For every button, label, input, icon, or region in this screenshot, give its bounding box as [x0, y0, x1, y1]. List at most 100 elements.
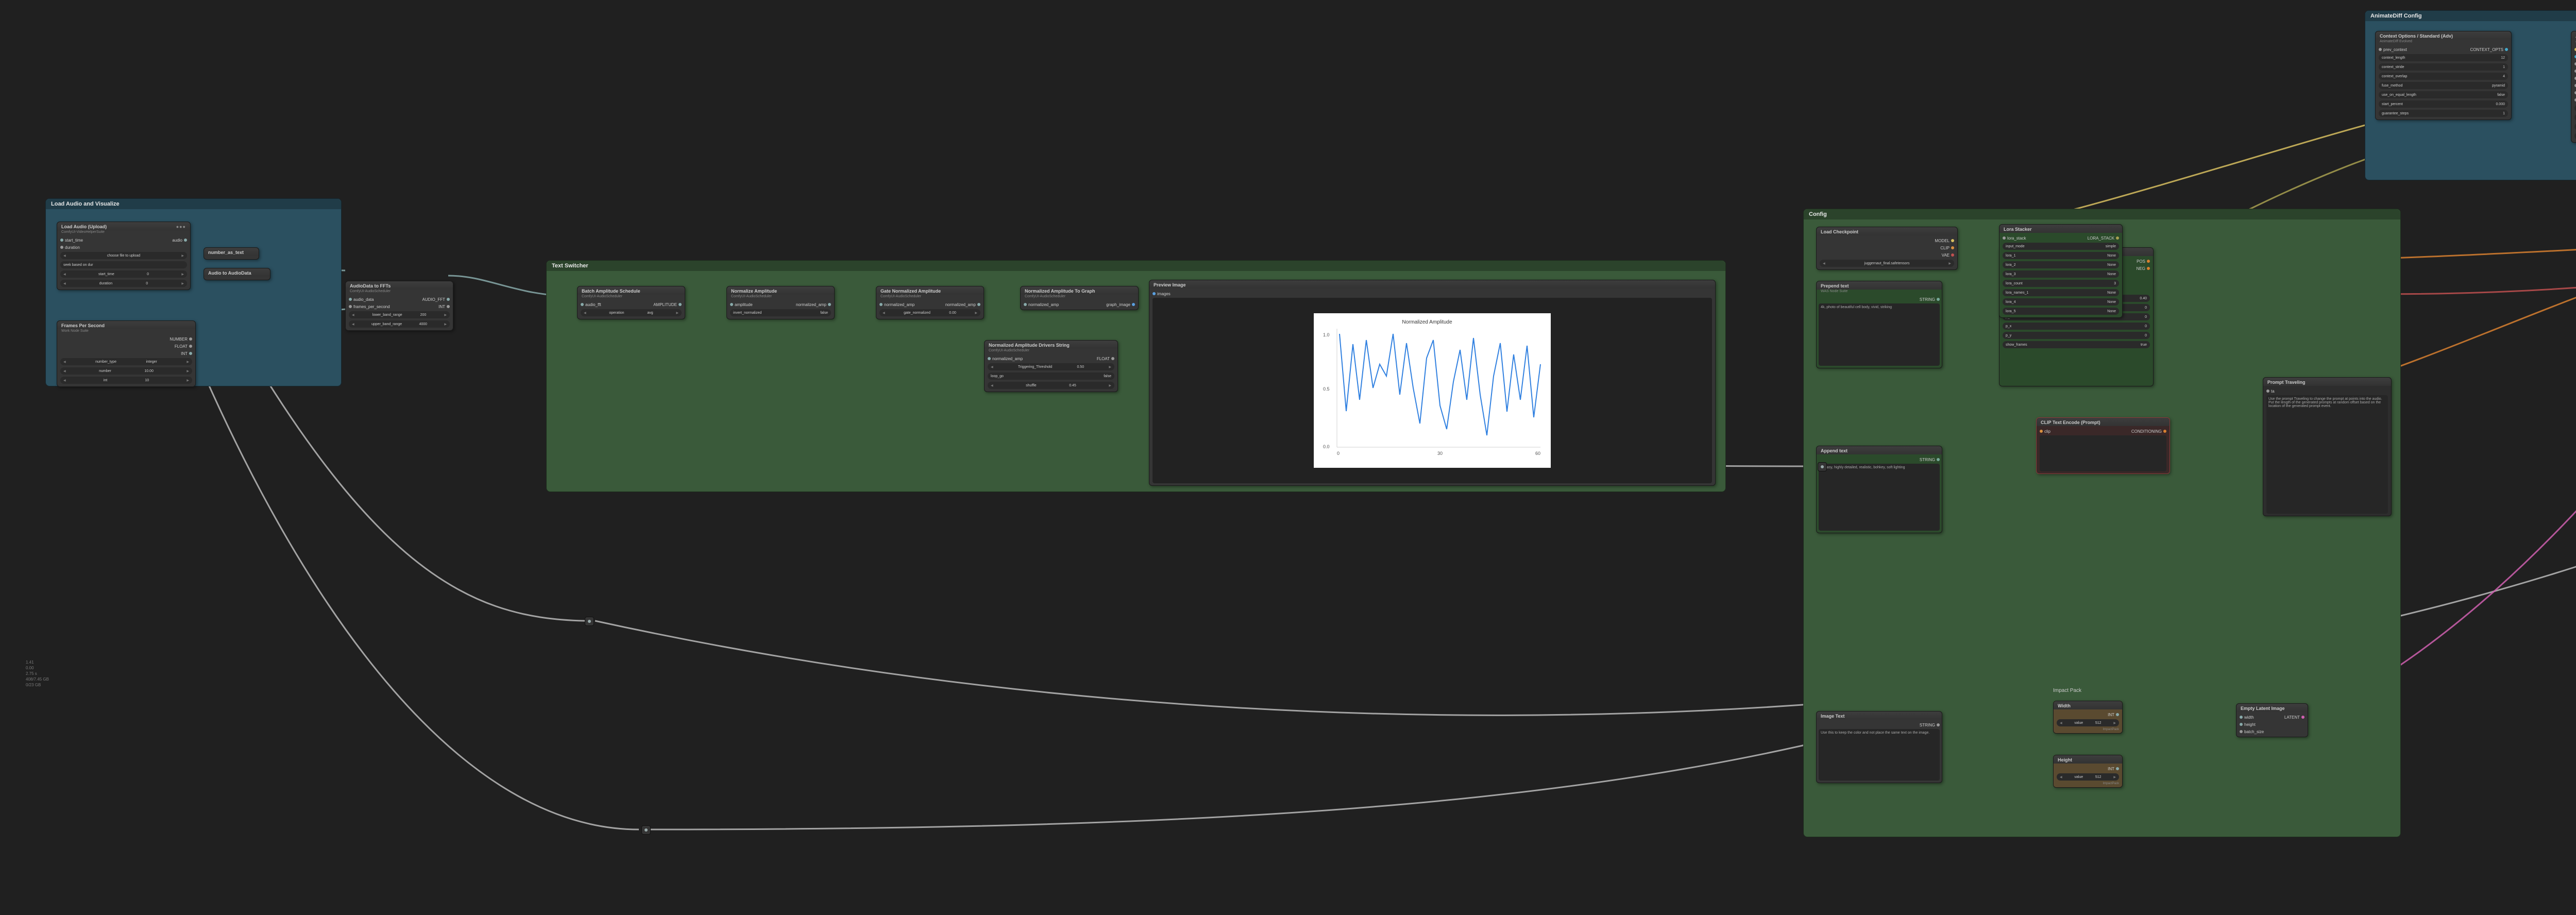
- node-context-opts[interactable]: Context Options / Standard (Adv) Animate…: [2375, 31, 2512, 120]
- widget-l1[interactable]: lora_1None: [2003, 252, 2119, 259]
- node-amp-graph[interactable]: Normalized Amplitude To Graph ComfyUI-Au…: [1020, 286, 1139, 310]
- widget-gate[interactable]: ◀gate_normalized0.00▶: [879, 309, 980, 316]
- widget-l5[interactable]: lora_4None: [2003, 298, 2119, 306]
- port-audio: audio: [172, 238, 182, 243]
- textarea-prepend[interactable]: 4k, photo of beautiful cell body, vivid,…: [1819, 303, 1940, 366]
- reroute-drivers[interactable]: [1818, 462, 1827, 471]
- group-title-config: Config: [1804, 209, 2400, 219]
- port-number: NUMBER: [170, 337, 188, 342]
- widget-height[interactable]: ◀value512▶: [2057, 773, 2119, 781]
- widget-l0[interactable]: input_modesimple: [2003, 243, 2119, 250]
- port-amp: AMPLITUDE: [653, 302, 677, 307]
- node-load-audio[interactable]: Load Audio (Upload)●●● ComfyUI-VideoHelp…: [57, 222, 191, 290]
- svg-text:60: 60: [1535, 451, 1540, 456]
- port-images: images: [1157, 292, 1171, 296]
- port-graph-image: graph_image: [1106, 302, 1130, 307]
- widget-l6[interactable]: lora_5None: [2003, 308, 2119, 315]
- widget-start-time[interactable]: ◀start_time0▶: [60, 270, 187, 278]
- port-int-h: INT: [2108, 767, 2114, 771]
- port-lora-stack-in: lora_stack: [2007, 236, 2026, 241]
- port-cond: CONDITIONING: [2131, 429, 2162, 434]
- reroute-audio[interactable]: [585, 617, 594, 626]
- svg-text:0.5: 0.5: [1323, 386, 1330, 392]
- node-empty-latent[interactable]: Empty Latent Image width LATENT height b…: [2236, 703, 2308, 737]
- widget-l4[interactable]: lora_names_1None: [2003, 289, 2119, 296]
- group-title-load-audio: Load Audio and Visualize: [46, 199, 341, 209]
- w-c6[interactable]: guarantee_steps1: [2379, 110, 2508, 117]
- widget-threshold[interactable]: ◀Triggering_Threshold0.50▶: [988, 363, 1114, 370]
- node-category: Work Node Suite: [57, 329, 195, 334]
- w-c1[interactable]: context_stride1: [2379, 63, 2508, 71]
- w-c4[interactable]: use_on_equal_lengthfalse: [2379, 91, 2508, 98]
- node-title: Lora Stacker: [2004, 227, 2032, 232]
- port-int-w: INT: [2108, 713, 2114, 717]
- node-norm-amp-1[interactable]: Normalize Amplitude ComfyUI-AudioSchedul…: [726, 286, 835, 319]
- node-number-as-text[interactable]: number_as_text: [204, 247, 259, 260]
- node-preview-image[interactable]: Preview Image images Normalized Amplitud…: [1149, 280, 1716, 486]
- node-amp-drivers[interactable]: Normalized Amplitude Drivers String Comf…: [984, 340, 1118, 392]
- svg-text:1.0: 1.0: [1323, 332, 1330, 337]
- widget-shuffle[interactable]: ◀shuffle0.45▶: [988, 382, 1114, 389]
- widget-number[interactable]: ◀number10.00▶: [60, 367, 192, 375]
- node-clip-neg[interactable]: CLIP Text Encode (Prompt) clip CONDITION…: [2036, 417, 2170, 474]
- node-fps[interactable]: Frames Per Second Work Node Suite NUMBER…: [57, 320, 196, 387]
- port-pos: POS: [2137, 259, 2145, 264]
- widget-audio-file[interactable]: ◀choose file to upload▶: [60, 252, 187, 259]
- widget-loop[interactable]: loop_gofalse: [988, 372, 1114, 380]
- node-title: Normalized Amplitude To Graph: [1025, 289, 1095, 294]
- w-px[interactable]: p_x0: [2003, 323, 2150, 330]
- widget-duration[interactable]: ◀duration0▶: [60, 280, 187, 287]
- port-string: STRING: [1920, 297, 1935, 302]
- w-c0[interactable]: context_length12: [2379, 54, 2508, 61]
- node-load-checkpoint[interactable]: Load Checkpoint MODEL CLIP VAE ◀juggerna…: [1816, 227, 1958, 270]
- port-duration: duration: [65, 245, 80, 250]
- node-image-text[interactable]: Image Text STRING Use this to keep the c…: [1816, 711, 1942, 783]
- node-audio-to-audiodata[interactable]: Audio to AudioData: [204, 268, 270, 280]
- w-c2[interactable]: context_overlap4: [2379, 73, 2508, 80]
- node-width[interactable]: Width INT ◀value512▶ ImpactPack: [2053, 701, 2123, 734]
- node-append-text[interactable]: Append text STRING fantasy, highly detai…: [1816, 446, 1942, 533]
- port-norm-out2: normalized_amp: [945, 302, 976, 307]
- port-clip: CLIP: [1940, 246, 1950, 250]
- widget-lc[interactable]: lora_count3: [2003, 280, 2119, 287]
- widget-number-type[interactable]: ◀number_typeinteger▶: [60, 358, 192, 365]
- w-c3[interactable]: fuse_methodpyramid: [2379, 82, 2508, 89]
- node-height[interactable]: Height INT ◀value512▶ ImpactPack: [2053, 755, 2123, 788]
- node-gate-amp[interactable]: Gate Normalized Amplitude ComfyUI-AudioS…: [876, 286, 984, 319]
- node-category: ComfyUI-AudioScheduler: [1021, 295, 1138, 299]
- node-title: Load Audio (Upload): [61, 224, 107, 229]
- widget-l3[interactable]: lora_3None: [2003, 270, 2119, 278]
- widget-seek[interactable]: seek based on dur: [60, 261, 187, 268]
- port-vae: VAE: [1942, 253, 1950, 258]
- widget-invert[interactable]: invert_normalizedfalse: [730, 309, 831, 316]
- port-context-opts: CONTEXT_OPTS: [2470, 47, 2503, 52]
- textarea-neg[interactable]: [2040, 435, 2166, 471]
- textarea-append[interactable]: fantasy, highly detailed, realistic, boh…: [1819, 464, 1940, 531]
- node-ad-loader[interactable]: AnimateDiff Loader●●● AnimateDiff Evolve…: [2571, 31, 2576, 143]
- textarea-image[interactable]: Use this to keep the color and not place…: [1819, 729, 1940, 781]
- widget-lower-band[interactable]: ◀lower_band_range200▶: [349, 311, 450, 318]
- widget-width[interactable]: ◀value512▶: [2057, 719, 2119, 726]
- collapse-icon[interactable]: ●●●: [176, 224, 186, 229]
- widget-operation[interactable]: ◀operationavg▶: [581, 309, 682, 316]
- widget-int[interactable]: ◀int10▶: [60, 377, 192, 384]
- w-py[interactable]: p_y0: [2003, 332, 2150, 339]
- port-start-time: start_time: [65, 238, 83, 243]
- widget-upper-band[interactable]: ◀upper_band_range4000▶: [349, 320, 450, 328]
- w-showframes[interactable]: show_framestrue: [2003, 341, 2150, 348]
- node-batch-amp[interactable]: Batch Amplitude Schedule ComfyUI-AudioSc…: [577, 286, 685, 319]
- node-title: Empty Latent Image: [2241, 706, 2285, 711]
- port-audio-fft: AUDIO_FFT: [422, 297, 445, 302]
- w-c5[interactable]: start_percent0.000: [2379, 100, 2508, 108]
- textarea-travel[interactable]: Use the prompt Traveling to change the p…: [2266, 395, 2388, 514]
- node-lora-stacker[interactable]: Lora Stacker lora_stack LORA_STACK input…: [1999, 224, 2123, 318]
- widget-ckpt[interactable]: ◀juggernaut_final.safetensors▶: [1820, 260, 1954, 267]
- node-title: number_as_text: [208, 250, 244, 255]
- node-prepend-text[interactable]: Prepend text WAS Node Suite STRING 4k, p…: [1816, 281, 1942, 368]
- node-category: ComfyUI-AudioScheduler: [985, 349, 1117, 353]
- node-prompt-travel[interactable]: Prompt Traveling ta Use the prompt Trave…: [2263, 377, 2392, 516]
- node-audio-to-fft[interactable]: AudioData to FFTs ComfyUI-AudioScheduler…: [345, 281, 453, 331]
- widget-l2[interactable]: lora_2None: [2003, 261, 2119, 268]
- reroute-fps[interactable]: [641, 825, 651, 835]
- port-norm-out: normalized_amp: [796, 302, 826, 307]
